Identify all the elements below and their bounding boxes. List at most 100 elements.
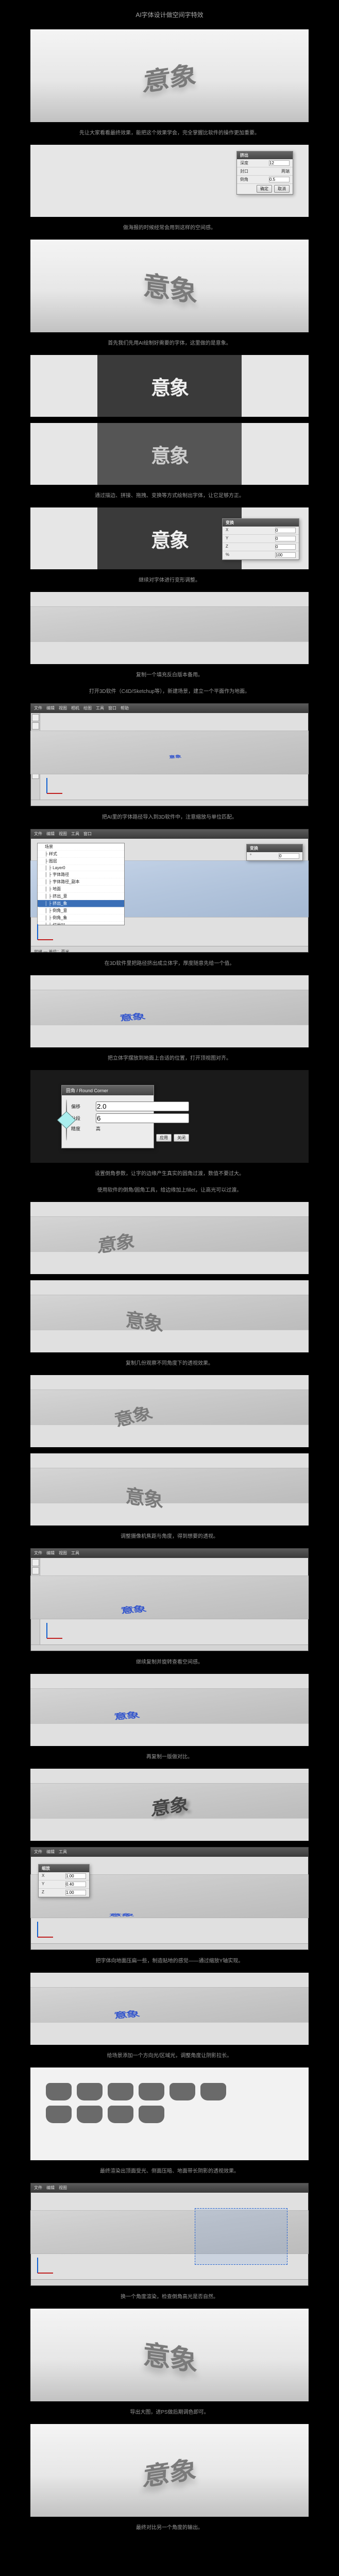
menu-help[interactable]: 帮助 — [121, 704, 129, 713]
x-input[interactable] — [275, 528, 296, 533]
tree-item[interactable]: │ ├ 倒角_意 — [38, 907, 124, 914]
menu-file[interactable]: 文件 — [34, 704, 42, 713]
figure-render-2: 意象 — [30, 1280, 309, 1352]
tool-move[interactable] — [32, 1567, 39, 1574]
caption: 最终渲染出顶面受光、侧面压暗、地面带长阴影的透视效果。 — [0, 2163, 339, 2180]
logo-blue-flat[interactable]: 意象 — [108, 1912, 133, 1917]
y-label: Y — [226, 536, 228, 541]
menu-view[interactable]: 视图 — [59, 1549, 67, 1558]
blob-piece — [46, 2083, 72, 2100]
status-bar — [31, 1645, 308, 1651]
tree-item[interactable]: 场景 — [38, 843, 124, 851]
menu-draw[interactable]: 绘图 — [83, 704, 92, 713]
offset-label: 偏移 — [71, 1103, 94, 1110]
status-text: 就绪 — 单位：毫米 — [31, 950, 69, 953]
bevel-label: 倒角 — [240, 177, 248, 182]
page-title: AI字体设计做空间字特效 — [135, 0, 203, 26]
menu-view[interactable]: 视图 — [59, 2183, 67, 2193]
menu-edit[interactable]: 编辑 — [46, 2183, 55, 2193]
menu-file[interactable]: 文件 — [34, 1549, 42, 1558]
blob-piece — [170, 2083, 195, 2100]
tool-select[interactable] — [32, 714, 39, 721]
caption: 最终对比另一个角度的输出。 — [0, 2520, 339, 2536]
caption: 把AI里的字体路径导入到3D软件中，注意缩放与单位匹配。 — [0, 809, 339, 826]
figure-app-select: 文件 编辑 视图 — [30, 2183, 309, 2286]
seg-input[interactable] — [96, 1113, 189, 1123]
y-input[interactable] — [275, 536, 296, 541]
tree-item[interactable]: ├ 图层 — [38, 858, 124, 865]
axis-gizmo-icon — [43, 773, 67, 796]
figure-plane-blue-2: 意象 — [30, 1674, 309, 1746]
scale-label: % — [226, 552, 229, 558]
blob-piece — [139, 2106, 164, 2123]
rotate-input[interactable] — [279, 853, 299, 859]
menu-file[interactable]: 文件 — [34, 1848, 42, 1857]
menu-edit[interactable]: 编辑 — [46, 1549, 55, 1558]
tree-item[interactable]: │ ├ 字体路径_副本 — [38, 878, 124, 886]
scale-input[interactable] — [275, 552, 296, 558]
selection-marquee[interactable] — [195, 2208, 287, 2265]
logo-blue-persp-2[interactable]: 意象 — [120, 1603, 147, 1616]
scale-x-input[interactable] — [65, 1873, 86, 1879]
logo-blue-persp-4[interactable]: 意象 — [113, 2008, 140, 2021]
tree-item[interactable]: │ ├ 挤出_意 — [38, 893, 124, 900]
outliner-tree[interactable]: 场景├ 样式├ 图层│ ├ Layer0│ ├ 字体路径│ ├ 字体路径_副本│… — [37, 843, 125, 925]
menu-tools[interactable]: 工具 — [59, 1848, 67, 1857]
menu-edit[interactable]: 编辑 — [46, 704, 55, 713]
tree-item[interactable]: │ ├ Layer0 — [38, 865, 124, 871]
blob-piece — [108, 2106, 133, 2123]
tree-item[interactable]: │ ├ 挤出_象 — [38, 900, 124, 907]
round-close-button[interactable]: 关闭 — [174, 1134, 189, 1142]
figure-app-scale: 文件 编辑 视图 工具 意象 — [30, 1548, 309, 1651]
logo-imported-small[interactable]: 意象 — [168, 754, 182, 759]
depth-input[interactable] — [269, 160, 290, 166]
offset-input[interactable] — [96, 1101, 189, 1111]
figure-plane-blue-3: 意象 — [30, 1973, 309, 2045]
tree-item[interactable]: │ ├ 地面 — [38, 886, 124, 893]
figure-plane-empty — [30, 592, 309, 664]
tool-move[interactable] — [32, 722, 39, 730]
tool-select[interactable] — [32, 1559, 39, 1566]
extrude-ok-button[interactable]: 确定 — [257, 185, 272, 193]
blob-piece — [46, 2106, 72, 2123]
blob-piece — [77, 2106, 103, 2123]
menu-edit[interactable]: 编辑 — [46, 1848, 55, 1857]
scale-y-input[interactable] — [65, 1882, 86, 1887]
figure-darkbox-2: 意象 — [30, 423, 309, 485]
figure-hero: 意象 — [30, 29, 309, 122]
logo-final-1: 意象 — [143, 2332, 197, 2379]
menu-view[interactable]: 视图 — [59, 704, 67, 713]
logo-blue-persp-1[interactable]: 意象 — [118, 1010, 146, 1023]
entity-info-panel: 变换 ° — [246, 844, 303, 861]
z-input[interactable] — [275, 544, 296, 550]
scale-z-input[interactable] — [65, 1890, 86, 1895]
blob-piece — [139, 2083, 164, 2100]
bevel-input[interactable] — [269, 177, 290, 182]
tree-item[interactable]: ├ 样式 — [38, 851, 124, 858]
caption: 复制一个填充反白版本备用。 — [0, 667, 339, 684]
menu-tools[interactable]: 工具 — [96, 704, 104, 713]
menu-file[interactable]: 文件 — [34, 2183, 42, 2193]
extrude-cancel-button[interactable]: 取消 — [274, 185, 290, 193]
tree-item[interactable]: │ ├ 字体路径 — [38, 871, 124, 878]
menu-view[interactable]: 视图 — [59, 829, 67, 839]
logo-blue-persp-3[interactable]: 意象 — [113, 1709, 140, 1722]
menu-tools[interactable]: 工具 — [71, 1549, 79, 1558]
figure-render-3: 意象 — [30, 1375, 309, 1447]
shade-wheel-icon[interactable] — [66, 1099, 67, 1141]
menu-edit[interactable]: 编辑 — [46, 829, 55, 839]
menu-window[interactable]: 窗口 — [83, 829, 92, 839]
caption: 给场景添加一个方向光/区域光，调整角度让阴影拉长。 — [0, 2048, 339, 2064]
caption: 使用软件的倒角/圆角工具，给边缘加上fillet，让高光可以过渡。 — [0, 1182, 339, 1199]
figure-hero-angle: 意象 — [30, 240, 309, 332]
menu-camera[interactable]: 相机 — [71, 704, 79, 713]
logo-white-3: 意象 — [151, 524, 188, 553]
prec-value: 高 — [96, 1125, 100, 1132]
transform-panel: 变换 X Y Z % — [222, 518, 299, 560]
scale-panel: 缩放 X Y Z — [38, 1864, 90, 1897]
menu-window[interactable]: 窗口 — [108, 704, 116, 713]
caption: 把字体向地面压扁一些，制造贴地的感觉——通过缩放Y轴实现。 — [0, 1953, 339, 1970]
round-apply-button[interactable]: 应用 — [156, 1134, 172, 1142]
menu-tools[interactable]: 工具 — [71, 829, 79, 839]
menu-file[interactable]: 文件 — [34, 829, 42, 839]
